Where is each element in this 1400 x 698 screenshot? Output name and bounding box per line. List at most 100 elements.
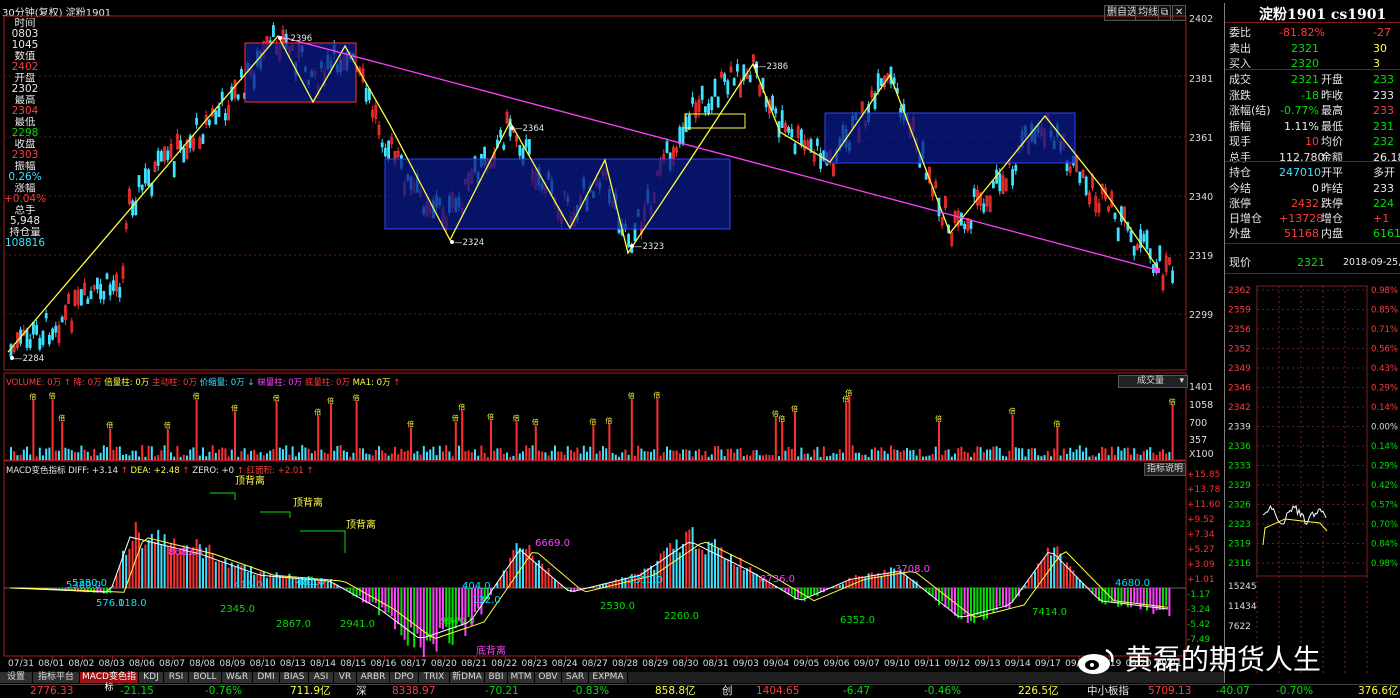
volume-bar: [320, 450, 322, 460]
volume-bar: [736, 449, 738, 460]
candle-body: [183, 148, 185, 162]
volume-bar: [852, 445, 854, 460]
macd-bar: [1136, 588, 1138, 604]
volume-bar: [1053, 449, 1055, 460]
date-label: 09/11: [914, 659, 940, 669]
macd-bar: [682, 544, 684, 588]
macd-axis-label: -3.24: [1187, 605, 1211, 615]
macd-bar: [708, 542, 710, 588]
volume-bar: [471, 452, 473, 460]
quote-row-right: -27: [1373, 25, 1391, 40]
candle-body: [381, 143, 383, 147]
divider: [1225, 243, 1400, 244]
volume-bar: [695, 451, 697, 460]
volume-bar: [567, 446, 569, 460]
price-annotation: —2284: [14, 354, 44, 364]
volume-bar: [231, 450, 233, 460]
candle-body: [160, 152, 162, 162]
volume-marker: 倍: [589, 417, 596, 426]
tab-14[interactable]: 新DMA: [450, 672, 485, 683]
tab-2[interactable]: MACD变色指标: [80, 672, 139, 683]
volume-bar: [455, 422, 457, 460]
volume-bar: [823, 446, 825, 460]
tab-4[interactable]: RSI: [164, 672, 189, 683]
macd-label: 4680.0: [1115, 578, 1150, 589]
volume-bar: [256, 454, 258, 460]
candle-body: [42, 331, 44, 344]
candle-body: [196, 118, 198, 124]
mini-pct-label: 0.56%: [1371, 345, 1398, 355]
mini-price-label: 2333: [1228, 462, 1251, 472]
mini-price-label: 2346: [1228, 384, 1251, 394]
quote-row-value: 10: [1279, 134, 1319, 149]
tab-3[interactable]: KDJ: [139, 672, 164, 683]
tab-5[interactable]: BOLL: [189, 672, 222, 683]
volume-bar: [224, 448, 226, 460]
candle-body: [714, 79, 716, 96]
volume-bar: [935, 447, 937, 460]
volume-bar: [138, 456, 140, 460]
tab-16[interactable]: MTM: [508, 672, 535, 683]
volume-bar: [781, 422, 783, 460]
macd-bar: [119, 565, 121, 588]
macd-label: 2530.0: [600, 601, 635, 612]
volume-dropdown[interactable]: 成交量 ▾: [1118, 375, 1188, 388]
volume-bar: [116, 447, 118, 460]
volume-bar: [1037, 455, 1039, 460]
tab-1[interactable]: 指标平台: [33, 672, 80, 683]
chart-area[interactable]: —2396—2364—2386—2324—2323—2284 倍倍倍倍倍倍倍倍倍…: [0, 0, 1224, 672]
tab-19[interactable]: EXPMA: [589, 672, 628, 683]
volume-bar: [327, 454, 329, 460]
volume-bar: [810, 457, 812, 460]
macd-bar: [791, 588, 793, 595]
candle-body: [173, 161, 175, 176]
tab-7[interactable]: DMI: [253, 672, 280, 683]
price-axis-label: 2361: [1189, 133, 1213, 144]
volume-bar: [634, 456, 636, 460]
volume-bar: [948, 449, 950, 460]
date-label: 08/13: [280, 659, 306, 669]
date-label: 09/04: [763, 659, 789, 669]
tab-6[interactable]: W&R: [222, 672, 253, 683]
macd-bar: [288, 574, 290, 588]
candle-body: [791, 129, 793, 137]
volume-bar: [663, 452, 665, 460]
tab-0[interactable]: 设置: [0, 672, 33, 683]
indicator-help-button[interactable]: 指标说明: [1144, 463, 1186, 476]
date-label: 08/17: [401, 659, 427, 669]
volume-bar: [288, 455, 290, 460]
status-value: -0.70%: [1276, 685, 1313, 698]
volume-bar: [333, 451, 335, 460]
tab-12[interactable]: DPO: [390, 672, 419, 683]
tab-18[interactable]: SAR: [562, 672, 589, 683]
volume-bar: [554, 445, 556, 460]
tab-15[interactable]: BBI: [485, 672, 508, 683]
quote-row-label: 持仓: [1229, 165, 1251, 180]
quote-row-label: 现手: [1229, 134, 1251, 149]
volume-bar: [1047, 451, 1049, 460]
candle-body: [772, 96, 774, 110]
volume-bar: [685, 449, 687, 460]
volume-bar: [176, 446, 178, 460]
macd-bar: [535, 563, 537, 588]
volume-bar: [356, 401, 358, 460]
tab-10[interactable]: VR: [334, 672, 357, 683]
volume-bar: [496, 448, 498, 460]
macd-axis-label: +11.60: [1187, 500, 1221, 510]
volume-bar: [189, 450, 191, 460]
tab-8[interactable]: BIAS: [280, 672, 309, 683]
candle-body: [525, 140, 527, 147]
tab-17[interactable]: OBV: [535, 672, 562, 683]
volume-bar: [765, 455, 767, 460]
quote-label: 现价: [1229, 255, 1251, 270]
end-marker: [1155, 268, 1160, 273]
candle-body: [208, 120, 210, 125]
status-value: 376.6亿: [1358, 685, 1399, 698]
intraday-mini-chart[interactable]: 2362235923562352234923462342233923362333…: [1225, 283, 1400, 683]
quote-row-label: 成交: [1229, 72, 1251, 87]
volume-bar: [970, 457, 972, 460]
tab-13[interactable]: TRIX: [419, 672, 450, 683]
candle-body: [1012, 170, 1014, 186]
tab-9[interactable]: ASI: [309, 672, 334, 683]
tab-11[interactable]: ARBR: [357, 672, 390, 683]
